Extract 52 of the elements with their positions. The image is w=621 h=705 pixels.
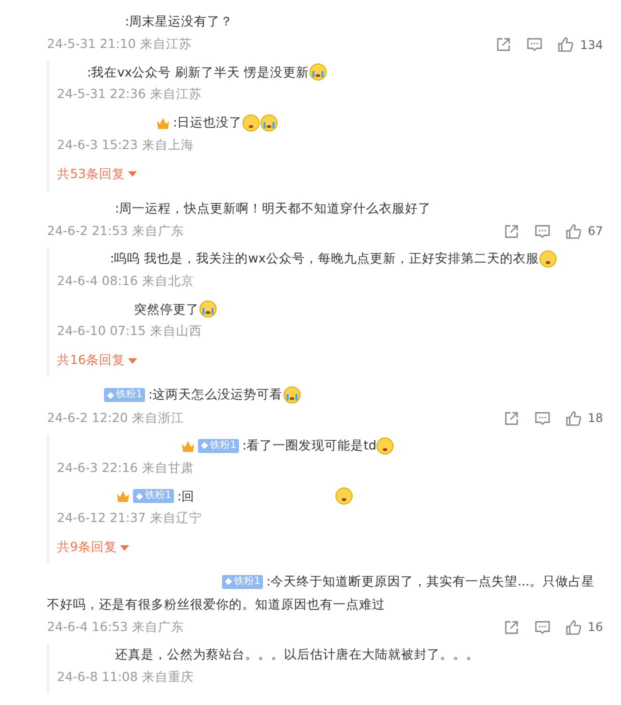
reply-text: 还真是，公然为蔡站台。。。以后估计唐在大陆就被封了。。。: [115, 646, 479, 662]
reply-time: 24-6-12 21:37 来自辽宁: [57, 509, 203, 528]
more-replies-link[interactable]: 共9条回复: [57, 539, 117, 556]
comment-icon[interactable]: [534, 222, 551, 240]
sobbing-emoji-icon: [260, 114, 278, 132]
sobbing-emoji-icon: [282, 386, 301, 404]
share-icon[interactable]: [502, 410, 520, 427]
reply-time: 24-6-3 15:23 来自上海: [57, 136, 195, 154]
reply-text: :看了一圈发现可能是td: [242, 438, 376, 453]
reply-time: 24-5-31 22:36 来自江苏: [57, 85, 203, 104]
comment-text: :周末星运没有了？: [124, 12, 234, 31]
comment-icon[interactable]: [534, 410, 551, 427]
comment-icon[interactable]: [534, 618, 551, 636]
comment-time: 24-6-2 21:53 来自广东: [47, 222, 184, 240]
reply-time: 24-6-3 22:16 来自甘肃: [57, 458, 195, 477]
fan-badge: 铁粉1: [198, 438, 240, 453]
like-icon[interactable]: [564, 410, 582, 427]
like-icon[interactable]: [564, 222, 582, 240]
like-icon[interactable]: [557, 36, 574, 54]
like-count: 67: [588, 224, 603, 238]
sobbing-emoji-icon: [199, 300, 217, 318]
reply-text: :日运也没了: [173, 114, 242, 130]
crying-emoji-icon: [308, 63, 327, 82]
reply-time: 24-6-4 08:16 来自北京: [57, 272, 195, 290]
like-count: 18: [588, 411, 603, 426]
share-icon[interactable]: [502, 222, 520, 240]
more-replies-link[interactable]: 共53条回复: [57, 166, 125, 183]
like-count: 16: [588, 620, 603, 634]
reply-time: 24-6-8 11:08 来自重庆: [57, 668, 195, 686]
comment-time: 24-5-31 21:10 来自江苏: [47, 36, 192, 54]
comment-time: 24-6-2 12:20 来自浙江: [47, 410, 184, 427]
reply-text: :呜呜 我也是，我关注的wx公众号，每晚九点更新，正好安排第二天的衣服: [110, 250, 539, 266]
like-icon[interactable]: [564, 618, 582, 636]
comment-text: 铁粉1 :这两天怎么没运势可看: [47, 383, 603, 406]
comment-icon[interactable]: [526, 36, 544, 54]
reply-time: 24-6-10 07:15 来自山西: [57, 322, 203, 340]
fan-badge: 铁粉1: [104, 388, 146, 402]
share-icon[interactable]: [495, 36, 512, 54]
reply-text: :回: [177, 488, 195, 504]
caret-icon: [128, 171, 137, 178]
like-count: 134: [580, 38, 603, 52]
comment-text: 铁粉1 :今天终于知道断更原因了，其实有一点失望...。只做占星不好吗，还是有很多粉丝很爱你的。知道原因也有一点难过: [47, 572, 596, 614]
reply-text: :我在vx公众号 刷新了半天 愣是没更新: [87, 64, 309, 80]
comment-time: 24-6-4 16:53 来自广东: [47, 618, 184, 636]
caret-icon: [128, 358, 137, 364]
fan-badge: 铁粉1: [222, 574, 264, 589]
comment-text: :周一运程，快点更新啊！明天都不知道穿什么衣服好了: [114, 199, 432, 218]
reply-text: 突然停更了: [134, 301, 199, 316]
fan-badge: 铁粉1: [133, 489, 174, 504]
share-icon[interactable]: [502, 618, 520, 636]
more-replies-link[interactable]: 共16条回复: [57, 352, 125, 370]
caret-icon: [120, 544, 129, 551]
